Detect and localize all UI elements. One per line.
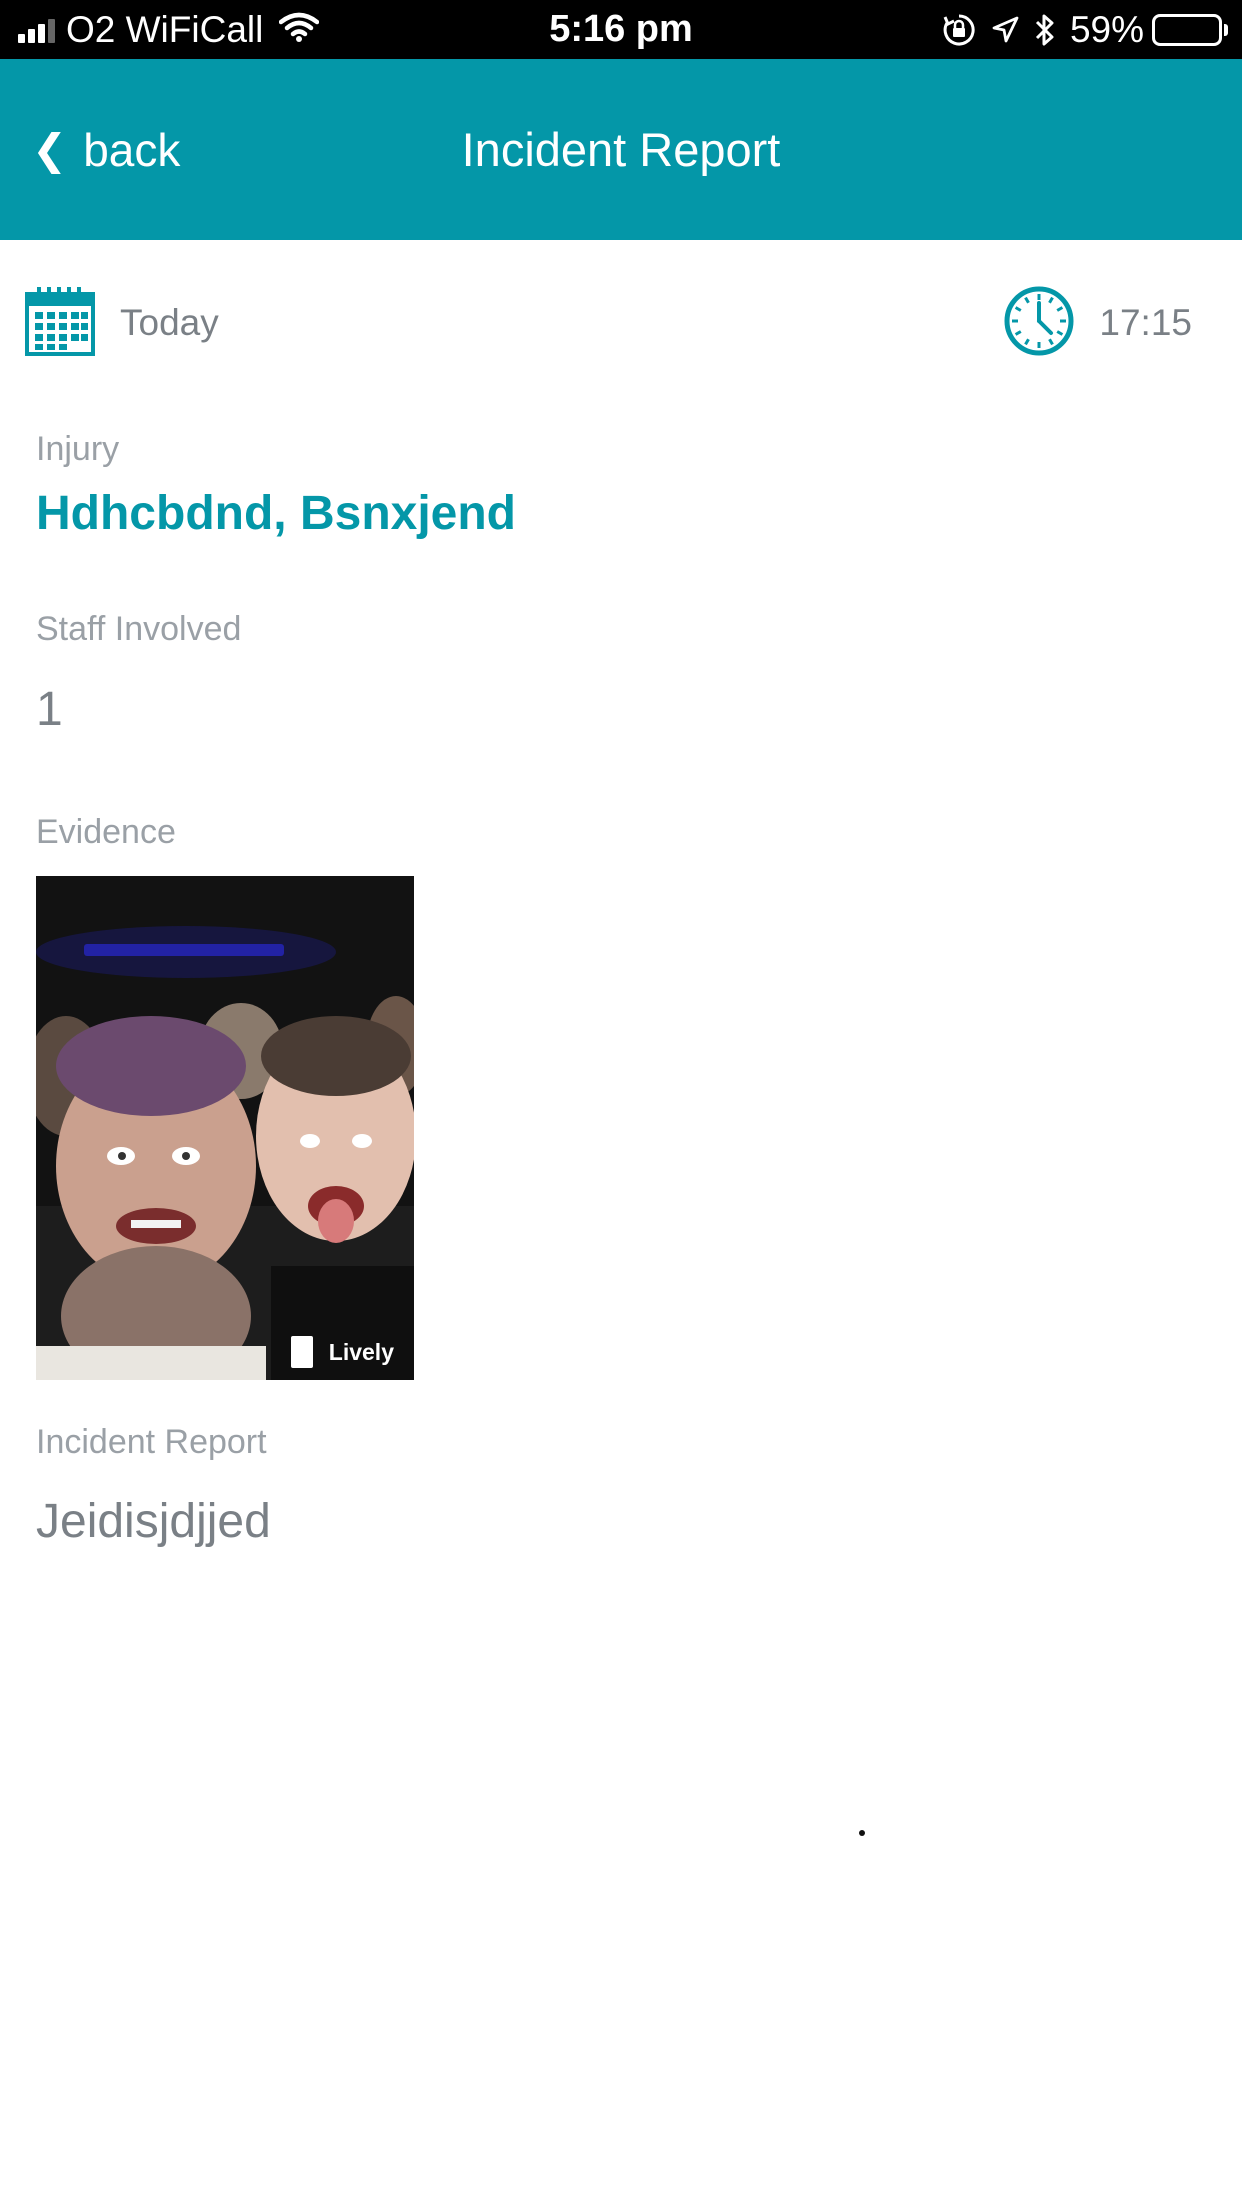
date-picker[interactable]: Today	[24, 285, 219, 361]
chevron-left-icon: ❮	[32, 126, 68, 173]
incident-report-label: Incident Report	[36, 1423, 267, 1461]
wifi-icon	[279, 9, 320, 51]
status-bar: O2 WiFiCall 5:16 pm 59%	[0, 0, 1242, 59]
location-arrow-icon	[990, 15, 1020, 45]
battery-icon	[1152, 13, 1228, 46]
lively-badge-label: Lively	[328, 1338, 394, 1365]
nav-bar: ❮ back Incident Report	[0, 59, 1242, 240]
orientation-lock-icon	[942, 13, 976, 47]
incident-report-value: Jeidisjdjjed	[36, 1495, 271, 1548]
status-right: 59%	[928, 0, 1228, 59]
datetime-row: Today 17:15	[0, 285, 1242, 365]
back-button[interactable]: ❮ back	[32, 59, 180, 240]
lively-logo-icon	[290, 1336, 313, 1368]
injury-value: Hdhcbdnd, Bsnxjend	[36, 487, 516, 540]
cell-signal-icon	[18, 17, 58, 43]
back-label: back	[83, 123, 181, 176]
stray-dot	[859, 1830, 865, 1836]
battery-percent: 59%	[1069, 8, 1144, 50]
date-value: Today	[120, 302, 219, 343]
calendar-icon	[24, 285, 96, 362]
injury-label: Injury	[36, 430, 120, 468]
page-title: Incident Report	[461, 123, 781, 176]
staff-involved-value: 1	[36, 683, 63, 736]
carrier-name: O2 WiFiCall	[66, 8, 264, 50]
clock-icon	[1003, 285, 1075, 362]
evidence-photo[interactable]: Lively	[36, 876, 414, 1380]
time-picker[interactable]: 17:15	[1003, 285, 1192, 361]
bluetooth-icon	[1034, 12, 1056, 48]
evidence-label: Evidence	[36, 813, 176, 851]
status-left: O2 WiFiCall	[18, 0, 320, 59]
lively-badge: Lively	[290, 1336, 394, 1368]
staff-involved-label: Staff Involved	[36, 610, 242, 648]
time-value: 17:15	[1099, 302, 1192, 343]
